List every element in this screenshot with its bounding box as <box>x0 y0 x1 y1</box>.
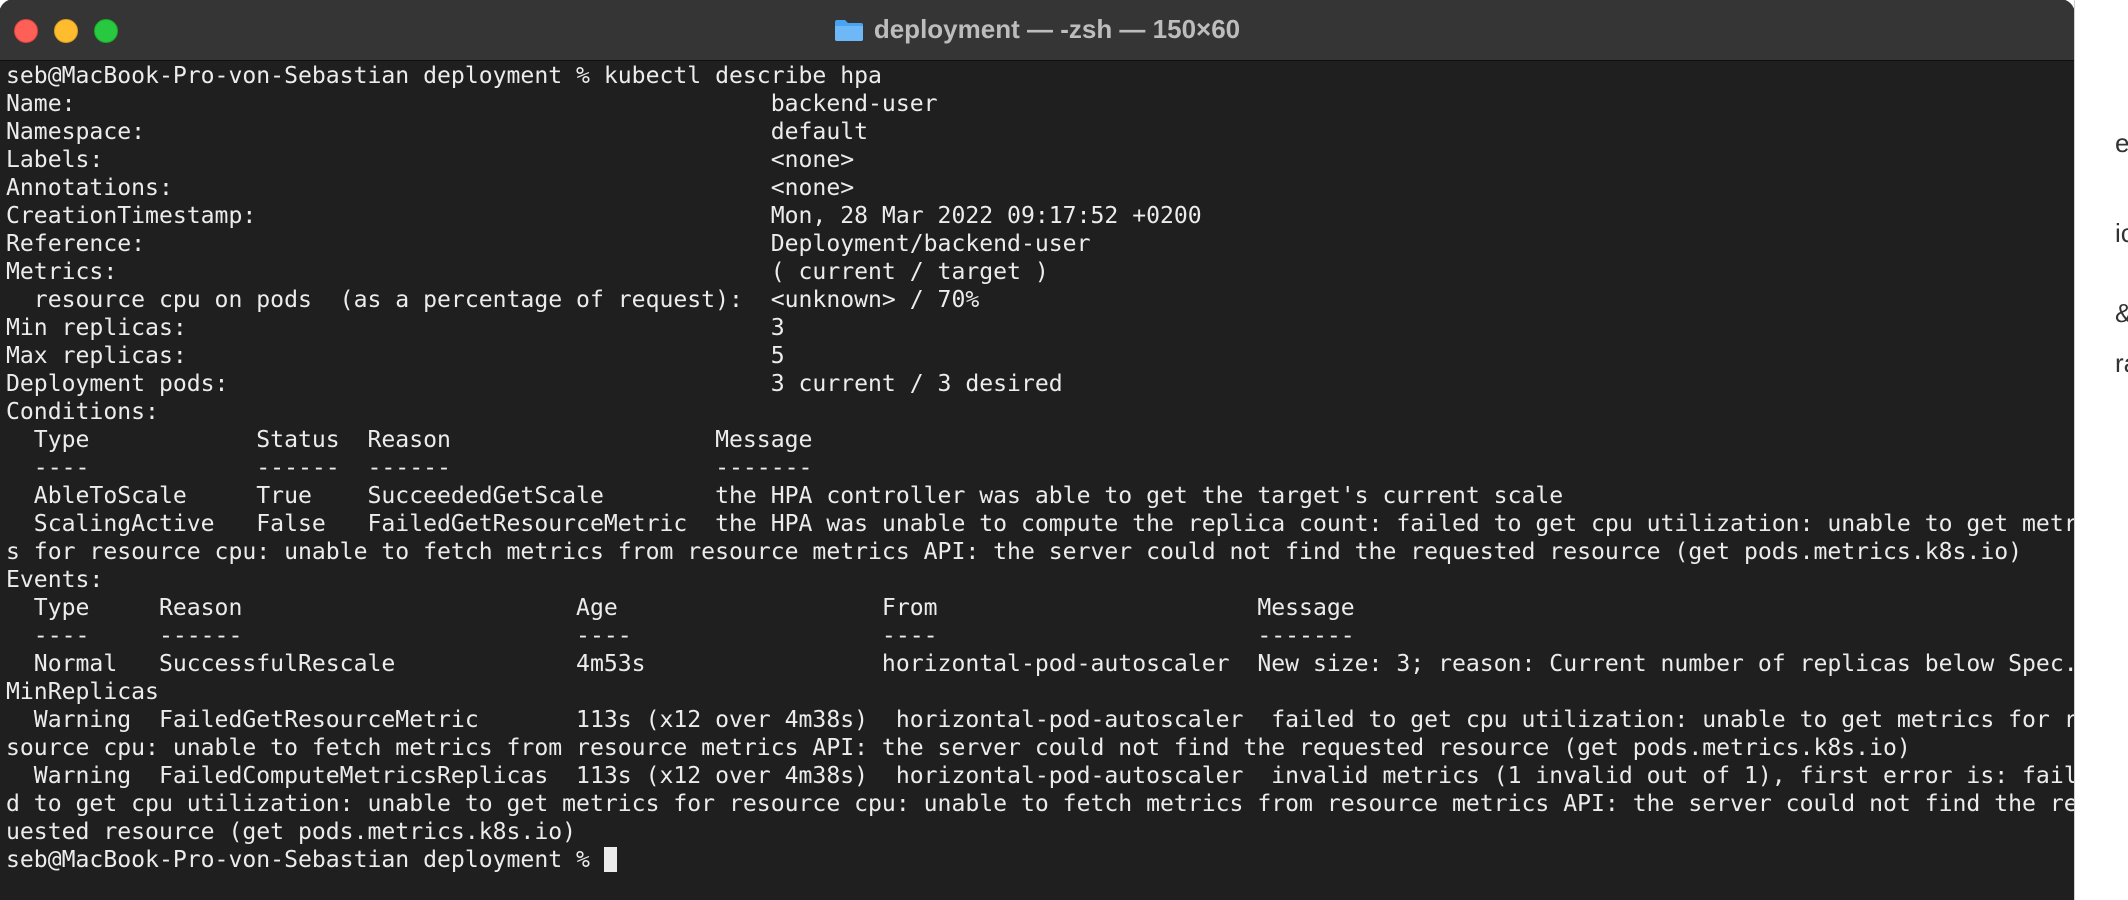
folder-icon <box>834 19 863 41</box>
window-title: deployment — -zsh — 150×60 <box>873 14 1241 44</box>
terminal-window: deployment — -zsh — 150×60 seb@MacBook-P… <box>0 0 2074 900</box>
terminal-line: Type Status Reason Message <box>6 427 813 453</box>
terminal-line: Warning FailedGetResourceMetric 113s (x1… <box>6 707 2074 733</box>
terminal-line: Conditions: <box>6 399 159 425</box>
terminal-line: Type Reason Age From Message <box>6 595 1355 621</box>
terminal-line: source cpu: unable to fetch metrics from… <box>6 735 1911 761</box>
terminal-line: ---- ------ ---- ---- ------- <box>6 623 1355 649</box>
terminal-line: uested resource (get pods.metrics.k8s.io… <box>6 819 577 845</box>
terminal-line: resource cpu on pods (as a percentage of… <box>6 287 980 313</box>
terminal-line: seb@MacBook-Pro-von-Sebastian deployment… <box>6 63 882 89</box>
text-cursor <box>603 847 617 872</box>
terminal-output: seb@MacBook-Pro-von-Sebastian deployment… <box>6 62 2074 874</box>
terminal-line: Deployment pods: 3 current / 3 desired <box>6 371 1063 397</box>
window-title-group: deployment — -zsh — 150×60 <box>0 14 2074 45</box>
background-text: e- <box>2115 128 2128 159</box>
terminal-line: Metrics: ( current / target ) <box>6 259 1049 285</box>
background-text: & <box>2115 298 2128 329</box>
terminal-line: Annotations: <none> <box>6 175 855 201</box>
terminal-line: AbleToScale True SucceededGetScale the H… <box>6 483 1564 509</box>
shell-prompt: seb@MacBook-Pro-von-Sebastian deployment… <box>6 847 604 873</box>
terminal-line: Name: backend-user <box>6 91 938 117</box>
terminal-line: ScalingActive False FailedGetResourceMet… <box>6 511 2074 537</box>
prompt-line[interactable]: seb@MacBook-Pro-von-Sebastian deployment… <box>6 846 2074 874</box>
background-window-edge: e- ic & ra <box>2074 0 2128 900</box>
terminal-line: ---- ------ ------ ------- <box>6 455 813 481</box>
terminal-line: d to get cpu utilization: unable to get … <box>6 791 2074 817</box>
terminal-line: Normal SuccessfulRescale 4m53s horizonta… <box>6 651 2074 677</box>
terminal-line: Max replicas: 5 <box>6 343 785 369</box>
terminal-line: Reference: Deployment/backend-user <box>6 231 1091 257</box>
terminal-line: s for resource cpu: unable to fetch metr… <box>6 539 2023 565</box>
background-text: ra <box>2115 348 2128 378</box>
terminal-line: Warning FailedComputeMetricsReplicas 113… <box>6 763 2074 789</box>
terminal-line: MinReplicas <box>6 679 159 705</box>
terminal-line: CreationTimestamp: Mon, 28 Mar 2022 09:1… <box>6 203 1202 229</box>
terminal-line: Events: <box>6 567 104 593</box>
title-bar[interactable]: deployment — -zsh — 150×60 <box>0 0 2074 61</box>
terminal-line: Min replicas: 3 <box>6 315 785 341</box>
terminal-line: Labels: <none> <box>6 147 855 173</box>
terminal-content[interactable]: seb@MacBook-Pro-von-Sebastian deployment… <box>0 62 2074 900</box>
terminal-line: Namespace: default <box>6 119 869 145</box>
background-text: ic <box>2115 218 2128 248</box>
